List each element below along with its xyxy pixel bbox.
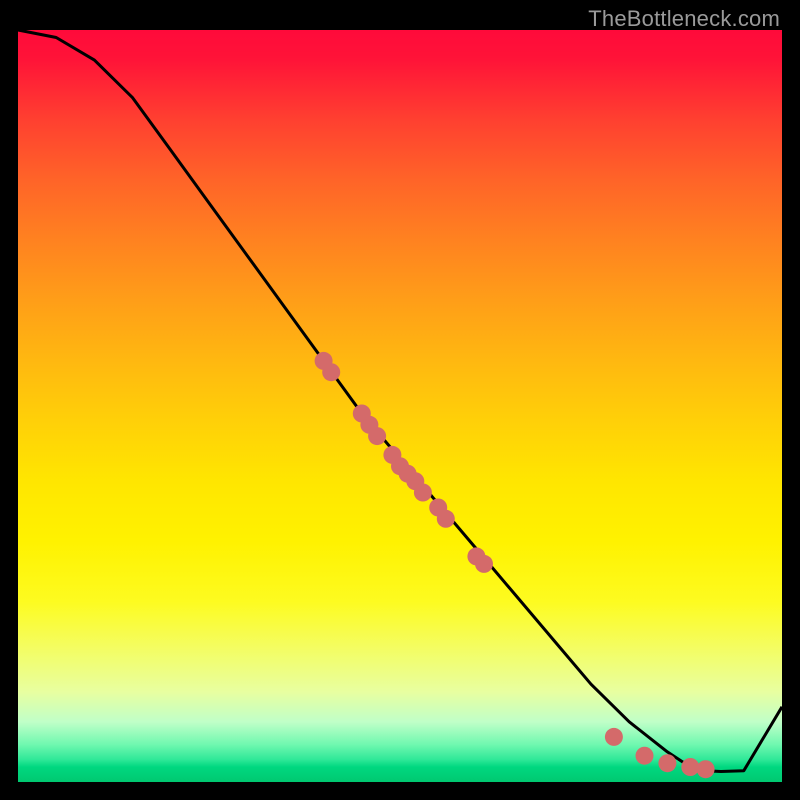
marker-dot (437, 510, 455, 528)
marker-dot (322, 363, 340, 381)
marker-dot (414, 484, 432, 502)
marker-dot (681, 758, 699, 776)
marker-group (315, 352, 715, 778)
marker-dot (636, 747, 654, 765)
marker-dot (605, 728, 623, 746)
marker-dot (368, 427, 386, 445)
marker-dot (697, 760, 715, 778)
bottleneck-curve (18, 30, 782, 772)
marker-dot (475, 555, 493, 573)
chart-plot-area (18, 30, 782, 782)
chart-svg (18, 30, 782, 782)
marker-dot (658, 754, 676, 772)
attribution-text: TheBottleneck.com (588, 6, 780, 32)
